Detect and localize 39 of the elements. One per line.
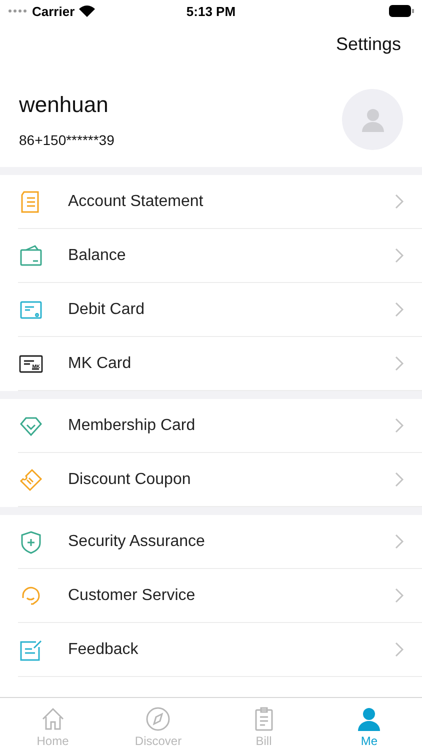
menu-row[interactable]: Balance xyxy=(18,229,422,283)
carrier-label: Carrier xyxy=(32,4,75,18)
wifi-icon xyxy=(78,5,95,17)
row-label: Membership Card xyxy=(68,416,196,434)
battery-icon xyxy=(389,5,414,17)
person-icon xyxy=(360,106,386,132)
wallet-icon xyxy=(18,242,44,268)
chevron-right-icon xyxy=(395,302,404,317)
me-icon xyxy=(356,706,382,732)
menu-row[interactable]: Security Assurance xyxy=(18,515,422,569)
row-label: MK Card xyxy=(68,354,132,372)
chevron-right-icon xyxy=(395,356,404,371)
row-label: Discount Coupon xyxy=(68,470,192,488)
row-label: Balance xyxy=(68,246,127,264)
chevron-right-icon xyxy=(395,194,404,209)
chevron-right-icon xyxy=(395,642,404,657)
discover-icon xyxy=(145,706,172,732)
phone-number: 86+150******39 xyxy=(19,132,114,148)
menu-row[interactable]: Account Statement xyxy=(18,175,422,229)
settings-button[interactable]: Settings xyxy=(336,34,401,54)
user-name: wenhuan xyxy=(19,92,110,118)
menu-row[interactable]: Feedback xyxy=(18,623,422,677)
row-label: Security Assurance xyxy=(68,532,206,550)
chevron-right-icon xyxy=(395,248,404,263)
row-label: Debit Card xyxy=(68,300,146,318)
row-label: Account Statement xyxy=(68,192,204,210)
chevron-right-icon xyxy=(395,418,404,433)
chevron-right-icon xyxy=(395,534,404,549)
signal-icon xyxy=(8,9,28,13)
menu-row[interactable]: Customer Service xyxy=(18,569,422,623)
coupon-icon xyxy=(18,466,44,492)
status-time: 5:13 PM xyxy=(185,4,237,18)
row-label: Customer Service xyxy=(68,586,196,604)
home-icon xyxy=(40,706,66,732)
menu-row[interactable]: Membership Card xyxy=(18,399,422,453)
chevron-right-icon xyxy=(395,588,404,603)
row-label: Feedback xyxy=(68,640,140,658)
chevron-right-icon xyxy=(395,472,404,487)
menu-row[interactable]: Debit Card xyxy=(18,283,422,337)
